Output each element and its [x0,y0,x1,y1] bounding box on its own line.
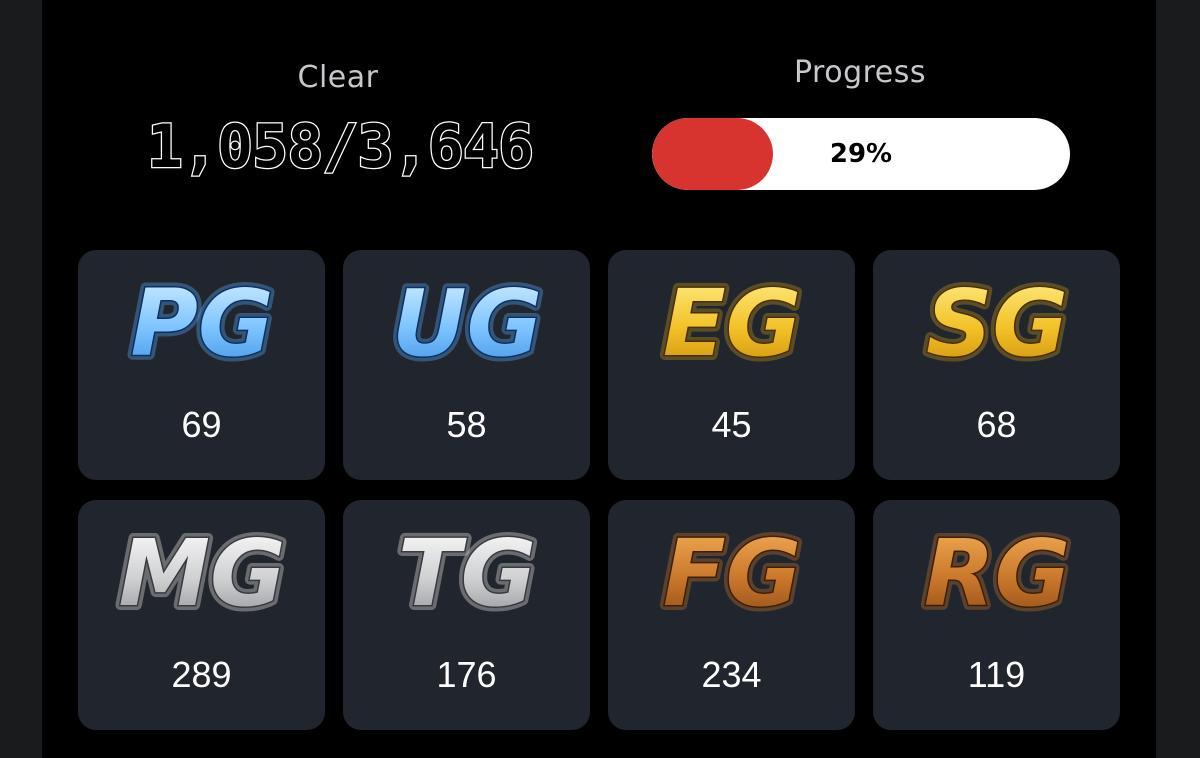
clear-count: 1,058/3,646 [146,111,536,184]
progress-label: Progress [793,55,927,90]
grade-count-eg: 45 [711,404,752,445]
grade-count-tg: 176 [436,654,497,695]
fg-grade-icon: FG FG [608,515,855,632]
grade-grid: PG PG 69 UG UG 58 EG EG 45 SG SG 68 MG MG 289 TG TG 176 FG… [78,250,1122,730]
eg-grade-icon: EG EG [608,265,855,382]
tg-grade-icon-label: TG [397,520,535,627]
grade-count-fg: 234 [701,654,762,695]
grade-count-pg: 69 [181,404,222,445]
eg-grade-icon-label: EG [662,270,800,377]
fg-grade-icon-label: FG [662,520,800,627]
grade-card-fg: FG FG 234 [608,500,855,730]
grade-card-sg: SG SG 68 [873,250,1120,480]
sg-grade-icon-art: SGSG [921,265,1073,382]
mg-grade-icon-label: MG [118,520,285,627]
fg-grade-icon-art: FGFG [657,515,805,632]
progress-bar: 29% [652,118,1070,190]
clear-label: Clear [297,60,379,95]
grade-card-eg: EG EG 45 [608,250,855,480]
grade-count-sg: 68 [976,404,1017,445]
sg-grade-icon: SG SG [873,265,1120,382]
eg-grade-icon-art: EGEG [657,265,805,382]
grade-card-mg: MG MG 289 [78,500,325,730]
tg-grade-icon: TG TG [343,515,590,632]
grade-card-rg: RG RG 119 [873,500,1120,730]
rg-grade-icon: RG RG [873,515,1120,632]
mg-grade-icon-art: MGMG [113,515,290,632]
progress-percent: 29% [829,139,893,169]
sg-grade-icon-label: SG [926,270,1068,377]
pg-grade-icon-label: PG [130,270,273,377]
grade-count-mg: 289 [171,654,232,695]
grade-count-rg: 119 [967,654,1026,695]
grade-card-pg: PG PG 69 [78,250,325,480]
rg-grade-icon-art: RGRG [918,515,1074,632]
tg-grade-icon-art: TGTG [392,515,540,632]
pg-grade-icon-art: PGPG [125,265,278,382]
grade-card-ug: UG UG 58 [343,250,590,480]
pg-grade-icon: PG PG [78,265,325,382]
grade-card-tg: TG TG 176 [343,500,590,730]
ug-grade-icon-label: UG [391,270,541,377]
ug-grade-icon: UG UG [343,265,590,382]
rg-grade-icon-label: RG [923,520,1069,627]
mg-grade-icon: MG MG [78,515,325,632]
ug-grade-icon-art: UGUG [386,265,546,382]
grade-count-ug: 58 [446,404,487,445]
